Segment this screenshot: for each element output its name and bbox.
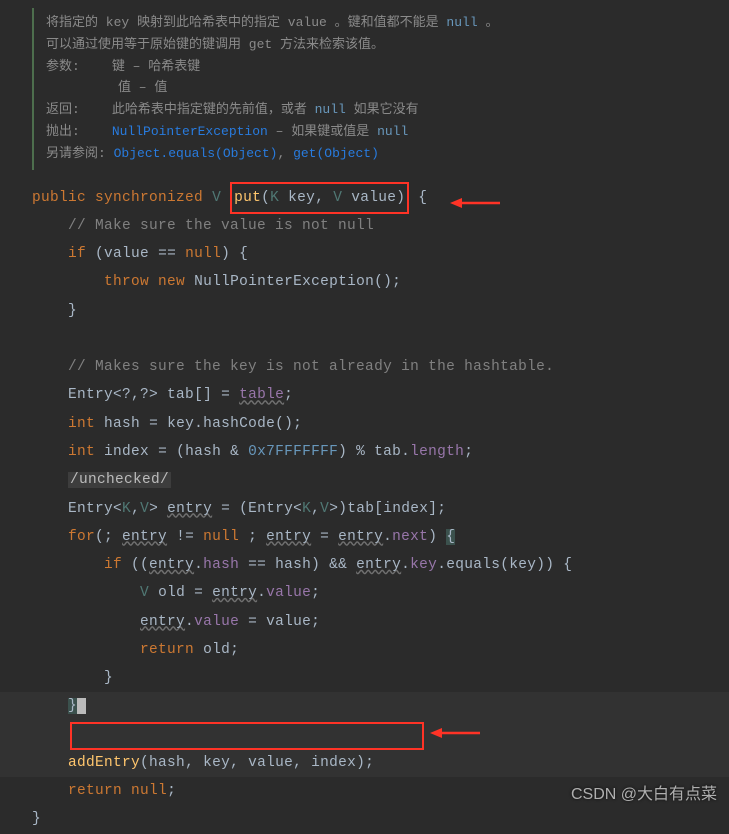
code-line[interactable]: Entry<?,?> tab[] = table; <box>32 381 729 409</box>
code-line[interactable]: } <box>32 297 729 325</box>
doc-returns: 返回: 此哈希表中指定键的先前值，或者 null 如果它没有 <box>46 100 729 121</box>
code-line[interactable]: public synchronized V put(K key, V value… <box>32 184 729 212</box>
code-line[interactable]: if ((entry.hash == hash) && entry.key.eq… <box>32 551 729 579</box>
code-line[interactable]: V old = entry.value; <box>32 579 729 607</box>
code-line[interactable]: entry.value = value; <box>32 608 729 636</box>
code-line[interactable]: } <box>0 692 729 720</box>
code-line[interactable]: throw new NullPointerException(); <box>32 268 729 296</box>
code-line[interactable] <box>32 325 729 353</box>
code-line[interactable]: /unchecked/ <box>32 466 729 494</box>
code-line[interactable]: Entry<K,V> entry = (Entry<K,V>)tab[index… <box>32 495 729 523</box>
code-line[interactable]: return old; <box>32 636 729 664</box>
code-line[interactable]: } <box>32 805 729 833</box>
javadoc-block: 将指定的 key 映射到此哈希表中的指定 value 。键和值都不能是 null… <box>32 8 729 170</box>
doc-desc-1: 将指定的 key 映射到此哈希表中的指定 value 。键和值都不能是 null… <box>46 13 729 34</box>
code-line[interactable]: // Makes sure the key is not already in … <box>32 353 729 381</box>
watermark: CSDN @大白有点菜 <box>571 780 717 804</box>
doc-params: 参数: 键 – 哈希表键 <box>46 57 729 78</box>
code-line[interactable]: if (value == null) { <box>32 240 729 268</box>
code-block[interactable]: public synchronized V put(K key, V value… <box>0 178 729 834</box>
code-line[interactable]: int index = (hash & 0x7FFFFFFF) % tab.le… <box>32 438 729 466</box>
doc-desc-2: 可以通过使用等于原始键的键调用 get 方法来检索该值。 <box>46 35 729 56</box>
code-line[interactable]: } <box>32 664 729 692</box>
code-line[interactable]: for(; entry != null ; entry = entry.next… <box>32 523 729 551</box>
code-line[interactable]: int hash = key.hashCode(); <box>32 410 729 438</box>
code-viewer: 将指定的 key 映射到此哈希表中的指定 value 。键和值都不能是 null… <box>0 8 729 834</box>
doc-see: 另请参阅: Object.equals(Object), get(Object) <box>46 144 729 165</box>
code-line[interactable]: // Make sure the value is not null <box>32 212 729 240</box>
doc-throws: 抛出: NullPointerException – 如果键或值是 null <box>46 122 729 143</box>
code-line[interactable]: addEntry(hash, key, value, index); <box>0 749 729 777</box>
code-line[interactable] <box>0 721 729 749</box>
doc-params-2: 值 – 值 <box>46 78 729 99</box>
